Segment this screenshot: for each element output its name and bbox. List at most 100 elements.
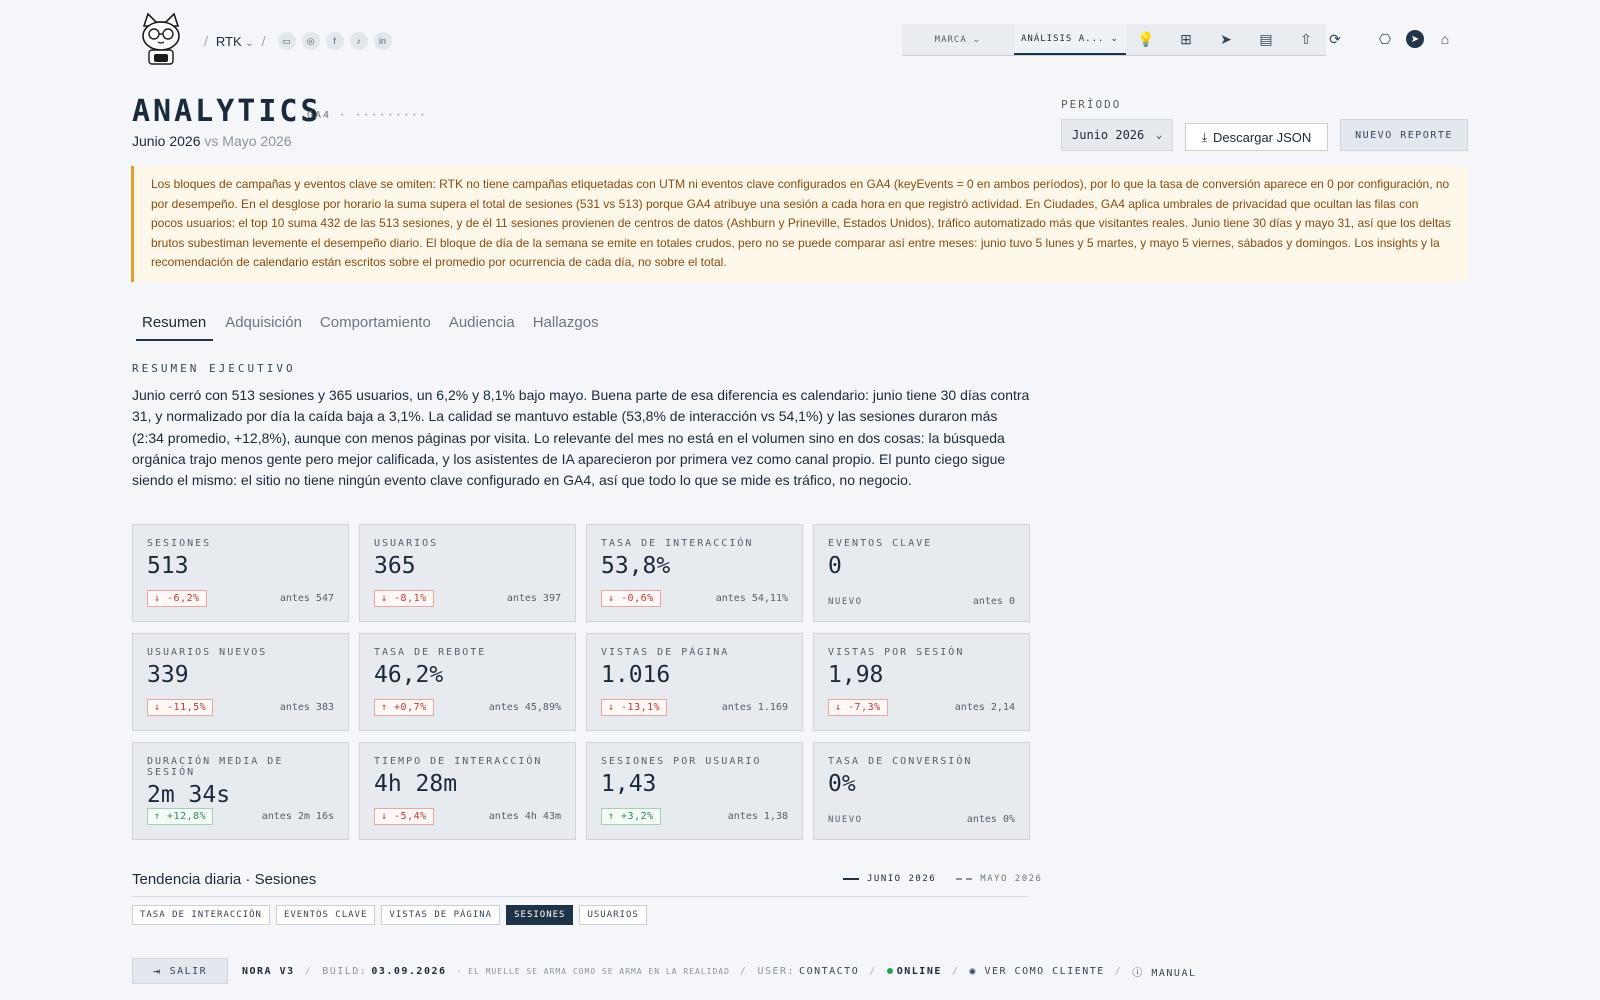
- kpi-footer: ↓ -11,5% antes 383: [147, 699, 334, 716]
- kpi-previous-value: antes 397: [506, 593, 561, 604]
- kpi-label: TASA DE REBOTE: [374, 647, 487, 658]
- linkedin-icon[interactable]: in: [373, 32, 392, 50]
- footer-separator: /: [951, 965, 960, 977]
- tiktok-icon[interactable]: ♪: [349, 32, 368, 50]
- kpi-label: EVENTOS CLAVE: [828, 538, 933, 549]
- kpi-card: VISTAS POR SESIÓN 1,98 ↓ -7,3% antes 2,14: [813, 633, 1030, 731]
- refresh-icon[interactable]: ⟳: [1324, 28, 1346, 50]
- kpi-label: DURACIÓN MEDIA DE SESIÓN: [147, 756, 284, 778]
- kpi-value: 4h 28m: [374, 771, 458, 797]
- kpi-footer: ↓ -13,1% antes 1.169: [601, 699, 788, 716]
- download-json-label: Descargar JSON: [1213, 129, 1312, 145]
- view-as-client-label: VER COMO CLIENTE: [984, 965, 1105, 977]
- nav-analysis-label: ANÁLISIS A...: [1021, 33, 1105, 44]
- nav-analysis-select[interactable]: ANÁLISIS A... ⌄: [1014, 24, 1126, 55]
- brand-selector[interactable]: RTK ⌄: [216, 34, 254, 49]
- metric-tab-vistas[interactable]: VISTAS DE PÁGINA: [381, 905, 501, 925]
- brand-name: RTK: [215, 33, 242, 49]
- manual-link[interactable]: ⓘ MANUAL: [1132, 964, 1196, 979]
- page-title: ANALYTICS: [132, 94, 322, 129]
- telegram-icon[interactable]: ➤: [1406, 30, 1424, 48]
- kpi-value: 2m 34s: [147, 782, 231, 808]
- kpi-grid: SESIONES 513 ↓ -6,2% antes 547 USUARIOS 365 ↓ …: [132, 524, 1030, 840]
- kpi-footer: ↓ -7,3% antes 2,14: [828, 699, 1015, 716]
- grid-icon[interactable]: ⊞: [1166, 24, 1206, 55]
- status-indicator: ONLINE: [886, 965, 942, 977]
- kpi-card: USUARIOS 365 ↓ -8,1% antes 397: [359, 524, 576, 622]
- kpi-card: SESIONES 513 ↓ -6,2% antes 547: [132, 524, 349, 622]
- kpi-previous-value: antes 2,14: [954, 702, 1015, 713]
- top-bar: / RTK ⌄ / ▭ ◎ f ♪ in MARCA ⌄ ANÁLISIS A.…: [132, 12, 1468, 68]
- summary-heading: RESUMEN EJECUTIVO: [132, 362, 296, 375]
- kpi-value: 1.016: [601, 662, 671, 688]
- kpi-value: 339: [147, 662, 189, 688]
- kpi-delta-badge: ↓ -0,6%: [601, 590, 661, 607]
- metric-tab-eventos[interactable]: EVENTOS CLAVE: [275, 905, 376, 925]
- kpi-value: 46,2%: [374, 662, 444, 688]
- logout-button[interactable]: ⇥ SALIR: [132, 958, 228, 984]
- help-icon: ⓘ: [1132, 967, 1144, 979]
- tab-resumen[interactable]: Resumen: [136, 310, 214, 341]
- nav-brand-select[interactable]: MARCA ⌄: [902, 24, 1014, 55]
- metric-tab-interaccion[interactable]: TASA DE INTERACCIÓN: [132, 905, 270, 925]
- build-label: BUILD:: [322, 965, 368, 977]
- tab-comportamiento[interactable]: Comportamiento: [314, 310, 437, 341]
- online-dot-icon: [886, 967, 893, 974]
- period-select-value: Junio 2026: [1072, 128, 1145, 142]
- kpi-value: 1,43: [601, 771, 657, 797]
- toolbar-spacer: [1356, 28, 1364, 50]
- upload-icon[interactable]: ⇧: [1286, 24, 1326, 55]
- period-comparison: Junio 2026 vs Mayo 2026: [132, 133, 292, 149]
- footer-separator: /: [869, 965, 877, 977]
- logout-label: SALIR: [169, 965, 208, 977]
- kpi-delta-badge: ↓ -11,5%: [147, 699, 214, 716]
- kpi-value: 365: [374, 553, 416, 579]
- kpi-previous-value: antes 0: [972, 596, 1015, 607]
- metric-tab-sesiones[interactable]: SESIONES: [506, 905, 574, 925]
- kpi-previous-value: antes 2m 16s: [261, 811, 334, 822]
- breadcrumb: / RTK ⌄ / ▭ ◎ f ♪ in: [204, 32, 392, 50]
- lightbulb-icon[interactable]: 💡: [1126, 24, 1166, 55]
- period-label: PERÍODO: [1061, 98, 1122, 111]
- kpi-card: TASA DE CONVERSIÓN 0% NUEVO antes 0%: [813, 742, 1030, 840]
- desktop-icon[interactable]: ▭: [277, 32, 296, 50]
- page-source-tag: GA4 · ·········: [307, 110, 428, 121]
- kpi-footer: ↓ -6,2% antes 547: [147, 590, 334, 607]
- instagram-icon[interactable]: ◎: [301, 32, 320, 50]
- home-icon[interactable]: ⌂: [1434, 28, 1456, 50]
- build-date: 03.09.2026: [371, 965, 447, 977]
- user-name: CONTACTO: [799, 965, 860, 977]
- tab-hallazgos[interactable]: Hallazgos: [527, 310, 605, 341]
- download-json-button[interactable]: ⤓ Descargar JSON: [1185, 123, 1328, 151]
- kpi-footer: ↓ -5,4% antes 4h 43m: [374, 808, 561, 825]
- period-select[interactable]: Junio 2026 ⌄: [1061, 119, 1173, 151]
- breadcrumb-separator: /: [261, 33, 266, 49]
- app-version: NORA V3: [242, 965, 295, 977]
- kpi-label: SESIONES POR USUARIO: [601, 756, 762, 767]
- tab-bar: Resumen Adquisición Comportamiento Audie…: [136, 310, 611, 341]
- kpi-label: TIEMPO DE INTERACCIÓN: [374, 756, 543, 767]
- bot-icon[interactable]: ⎔: [1374, 28, 1396, 50]
- footer-bar: ⇥ SALIR NORA V3 / BUILD: 03.09.2026 · EL…: [132, 958, 1196, 984]
- tab-adquisicion[interactable]: Adquisición: [219, 310, 308, 341]
- kpi-delta-badge: ↑ +12,8%: [147, 808, 214, 825]
- tab-audiencia[interactable]: Audiencia: [443, 310, 521, 341]
- kpi-delta-badge: ↓ -7,3%: [828, 699, 888, 716]
- kpi-value: 513: [147, 553, 189, 579]
- kpi-card: TIEMPO DE INTERACCIÓN 4h 28m ↓ -5,4% antes …: [359, 742, 576, 840]
- kpi-footer: NUEVO antes 0%: [828, 814, 1015, 825]
- legend-solid-line: [843, 878, 859, 880]
- view-as-client-link[interactable]: ◉ VER COMO CLIENTE: [969, 966, 1104, 977]
- kpi-footer: ↓ -8,1% antes 397: [374, 590, 561, 607]
- manual-label: MANUAL: [1151, 967, 1197, 979]
- new-report-button[interactable]: NUEVO REPORTE: [1340, 119, 1468, 151]
- footer-separator: /: [304, 965, 313, 977]
- status-label: ONLINE: [896, 965, 942, 977]
- facebook-icon[interactable]: f: [325, 32, 344, 50]
- metric-tab-usuarios[interactable]: USUARIOS: [579, 905, 647, 925]
- clipboard-icon[interactable]: ▤: [1246, 24, 1286, 55]
- send-icon[interactable]: ➤: [1206, 24, 1246, 55]
- kpi-label: USUARIOS NUEVOS: [147, 647, 268, 658]
- kpi-previous-value: antes 1,38: [727, 811, 788, 822]
- cat-logo[interactable]: [136, 12, 186, 68]
